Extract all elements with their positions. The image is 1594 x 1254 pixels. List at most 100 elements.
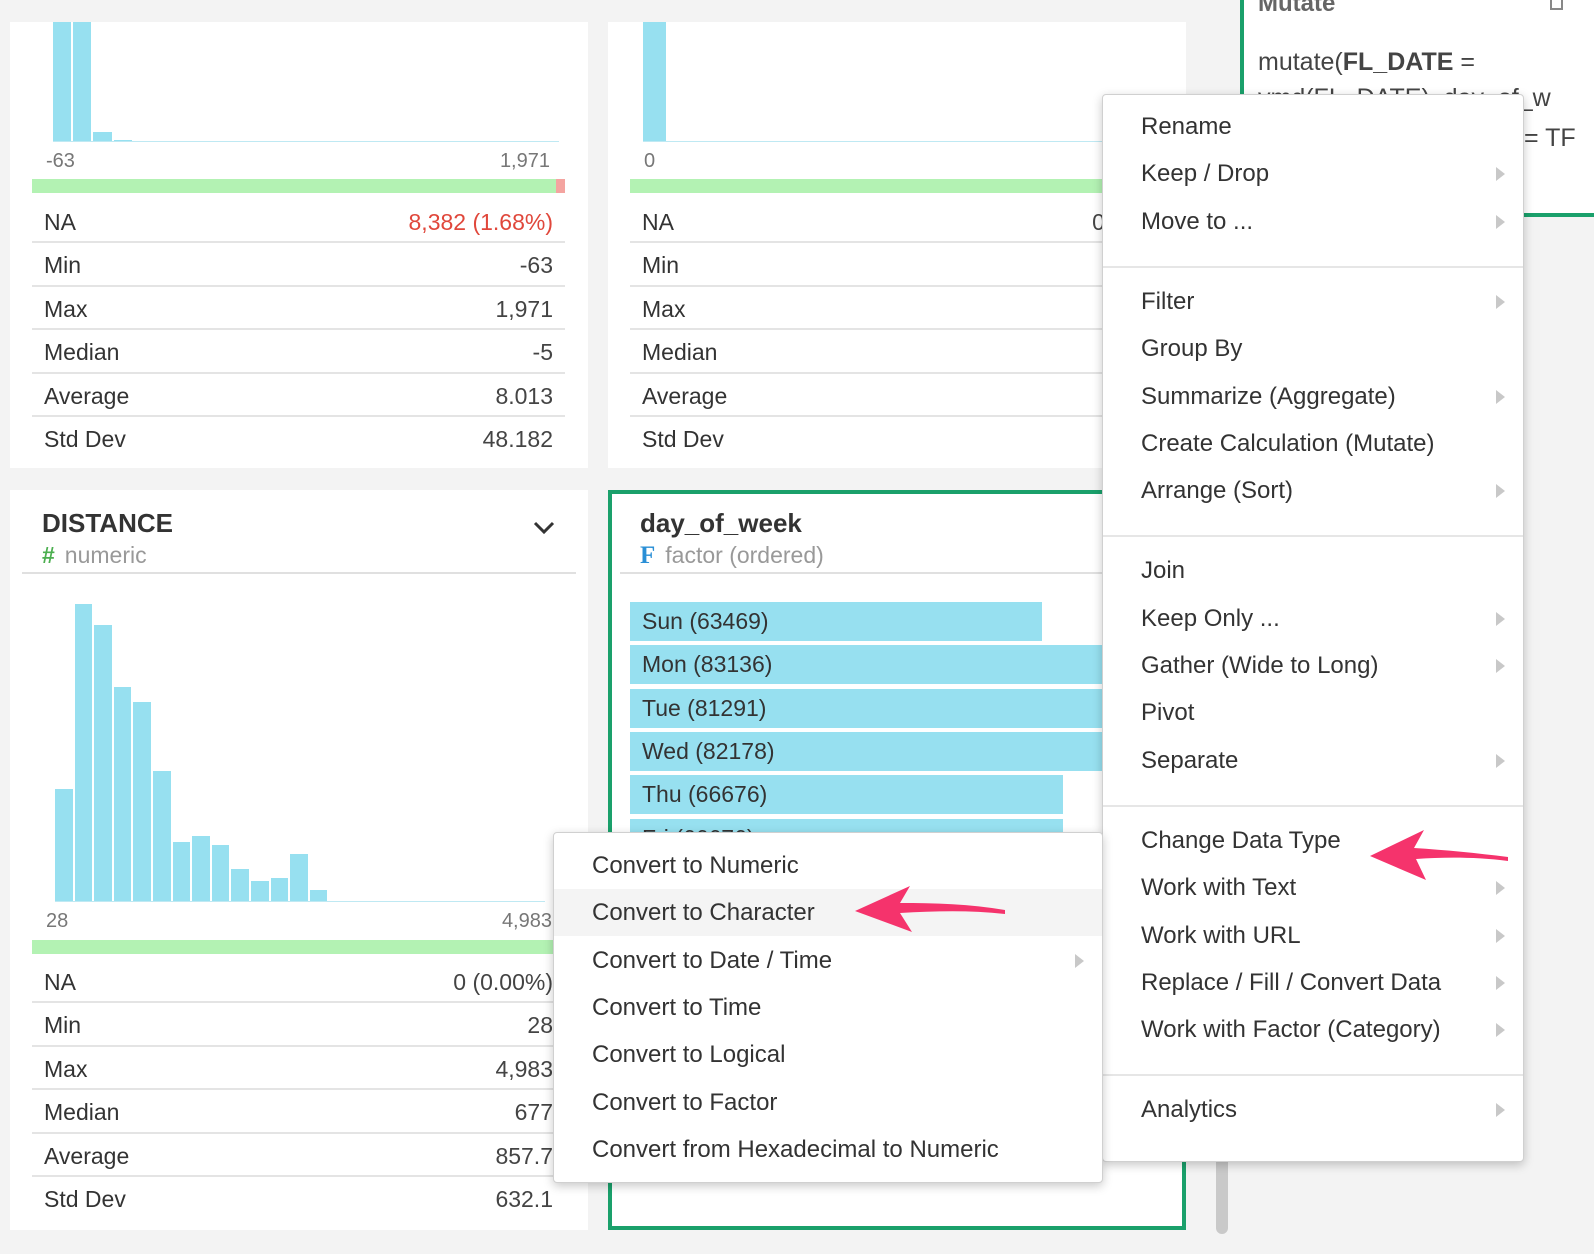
stat-label: Median xyxy=(44,339,120,366)
submenu-item-convert-to-logical[interactable]: Convert to Logical xyxy=(554,1031,1102,1078)
histogram-bar xyxy=(231,869,249,902)
menu-item-label: Join xyxy=(1141,557,1186,585)
menu-item-arrange-sort[interactable]: Arrange (Sort) xyxy=(1103,467,1523,514)
stat-value: 857.7 xyxy=(495,1142,553,1169)
factor-bar[interactable]: Tue (81291) xyxy=(630,688,1159,728)
histogram-baseline xyxy=(53,141,559,142)
chevron-down-icon[interactable] xyxy=(532,520,556,541)
histogram-bar xyxy=(113,687,132,902)
submenu-item-convert-to-numeric[interactable]: Convert to Numeric xyxy=(554,842,1102,889)
menu-separator xyxy=(1103,804,1523,807)
submenu-item-convert-to-date-time[interactable]: Convert to Date / Time xyxy=(554,937,1102,984)
stat-row: NA 8,382 (1.68%) xyxy=(32,200,565,244)
histogram-bar xyxy=(73,22,92,142)
mutate-code-line-3: = TF xyxy=(1524,124,1576,152)
menu-item-label: Gather (Wide to Long) xyxy=(1141,652,1379,679)
submenu-item-convert-to-time[interactable]: Convert to Time xyxy=(554,984,1102,1031)
stat-value: -5 xyxy=(532,339,553,366)
stat-label: Median xyxy=(44,1099,120,1126)
menu-item-label: Convert to Date / Time xyxy=(592,946,833,974)
stat-row: Median 677 xyxy=(32,1090,565,1134)
histogram-bar xyxy=(153,770,171,902)
histogram-baseline xyxy=(55,901,545,902)
column-type: # numeric xyxy=(42,542,147,569)
menu-item-analytics[interactable]: Analytics xyxy=(1103,1086,1523,1133)
histogram-bar xyxy=(211,845,230,902)
stat-label: Min xyxy=(44,1012,82,1039)
menu-item-pivot[interactable]: Pivot xyxy=(1103,689,1523,736)
histogram-bar xyxy=(251,881,269,902)
menu-item-label: Replace / Fill / Convert Data xyxy=(1141,968,1442,996)
menu-item-rename[interactable]: Rename xyxy=(1103,103,1523,150)
histogram-baseline xyxy=(643,141,1149,142)
factor-bar[interactable]: Mon (83136) xyxy=(630,645,1170,685)
stat-label: Average xyxy=(44,382,130,409)
header-divider xyxy=(22,572,576,574)
stat-label: Max xyxy=(44,1055,88,1082)
menu-item-label: Group By xyxy=(1141,335,1243,363)
submenu-arrow-icon xyxy=(1496,1103,1505,1118)
menu-item-separate[interactable]: Separate xyxy=(1103,737,1523,784)
menu-separator xyxy=(1103,1074,1523,1077)
submenu-arrow-icon xyxy=(1496,1023,1505,1038)
stat-value: 1,971 xyxy=(495,295,553,322)
histogram-bar xyxy=(192,836,210,902)
menu-item-move-to[interactable]: Move to ... xyxy=(1103,198,1523,245)
stat-row: Average0.0 xyxy=(630,374,1163,417)
quality-bar xyxy=(32,179,565,193)
menu-item-work-with-factor-category[interactable]: Work with Factor (Category) xyxy=(1103,1006,1523,1053)
column-title[interactable]: day_of_week xyxy=(640,508,802,539)
submenu-arrow-icon xyxy=(1496,484,1505,499)
menu-item-label: Filter xyxy=(1141,287,1195,315)
submenu-arrow-icon xyxy=(1496,975,1505,990)
stat-row: Median xyxy=(630,330,1163,374)
stat-value: 8,382 (1.68%) xyxy=(408,209,553,235)
menu-item-filter[interactable]: Filter xyxy=(1103,278,1523,325)
stat-value: -63 xyxy=(519,252,553,279)
column-title[interactable]: DISTANCE xyxy=(42,508,173,539)
stat-value: 48.182 xyxy=(482,425,553,452)
axis-min-label: 0 xyxy=(644,150,656,172)
submenu-arrow-icon xyxy=(1496,659,1505,673)
menu-item-label: Arrange (Sort) xyxy=(1141,477,1294,505)
menu-item-create-calculation-mutate[interactable]: Create Calculation (Mutate) xyxy=(1103,420,1523,467)
stats-table: NA0 (0.0 Min Max Median Average0.0Std Dev0.1 xyxy=(630,200,1163,460)
factor-bar[interactable]: Thu (66676) xyxy=(630,775,1064,815)
menu-item-label: Work with Text xyxy=(1141,874,1297,902)
factor-type-icon: F xyxy=(640,542,656,569)
menu-item-label: Keep / Drop xyxy=(1141,160,1270,188)
factor-bar[interactable]: Wed (82178) xyxy=(630,731,1164,771)
stat-value: 0 (0.00%) xyxy=(453,969,553,995)
menu-item-group-by[interactable]: Group By xyxy=(1103,325,1523,372)
menu-item-work-with-url[interactable]: Work with URL xyxy=(1103,912,1523,959)
copy-icon[interactable] xyxy=(1549,0,1565,17)
stat-label: Average xyxy=(44,1142,130,1169)
submenu-item-convert-to-character[interactable]: Convert to Character xyxy=(554,889,1102,937)
stat-row: Max xyxy=(630,287,1163,331)
stat-label: Min xyxy=(44,252,82,279)
axis-min-label: 28 xyxy=(46,910,69,932)
submenu-item-convert-to-factor[interactable]: Convert to Factor xyxy=(554,1079,1102,1126)
menu-item-gather-wide-to-long[interactable]: Gather (Wide to Long) xyxy=(1103,642,1523,689)
menu-item-label: Pivot xyxy=(1141,699,1195,727)
histogram-bar xyxy=(53,22,72,142)
submenu-arrow-icon xyxy=(1496,389,1505,404)
menu-item-keep-drop[interactable]: Keep / Drop xyxy=(1103,150,1523,197)
stat-row: Median -5 xyxy=(32,330,565,374)
stat-row: Min 28 xyxy=(32,1003,565,1047)
menu-item-replace-fill-convert-data[interactable]: Replace / Fill / Convert Data xyxy=(1103,959,1523,1006)
menu-item-summarize-aggregate[interactable]: Summarize (Aggregate) xyxy=(1103,373,1523,420)
factor-bar[interactable]: Sun (63469) xyxy=(630,602,1043,641)
menu-item-keep-only[interactable]: Keep Only ... xyxy=(1103,595,1523,642)
stat-row: Std Dev0.1 xyxy=(630,417,1163,460)
menu-separator xyxy=(1103,535,1523,538)
submenu-item-convert-from-hexadecimal-to-numeric[interactable]: Convert from Hexadecimal to Numeric xyxy=(554,1126,1102,1173)
histogram-bar xyxy=(94,624,112,902)
menu-item-join[interactable]: Join xyxy=(1103,547,1523,594)
menu-item-label: Convert to Factor xyxy=(592,1088,778,1116)
histogram xyxy=(55,604,545,902)
axis-max-label: 1,971 xyxy=(499,150,550,172)
stat-row: NA 0 (0.00%) xyxy=(32,960,565,1004)
submenu-arrow-icon xyxy=(1496,753,1505,768)
scrollbar[interactable] xyxy=(1216,1150,1228,1234)
